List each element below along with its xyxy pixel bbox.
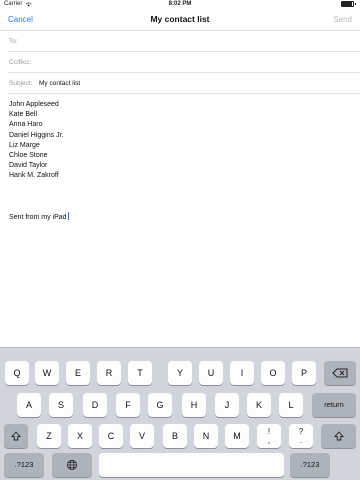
key-x[interactable]: X	[68, 424, 92, 448]
space-bar[interactable]	[99, 453, 284, 477]
backspace-key[interactable]	[324, 361, 356, 385]
shift-key-left[interactable]	[4, 424, 28, 448]
key-q[interactable]: Q	[5, 361, 29, 385]
key-g[interactable]: G	[148, 393, 172, 417]
mail-compose-screen: Carrier 8:02 PM Cancel My contact list S…	[0, 0, 360, 480]
key-m[interactable]: M	[225, 424, 249, 448]
globe-key[interactable]	[52, 453, 92, 477]
key-u[interactable]: U	[199, 361, 223, 385]
body-line: Daniel Higgins Jr.	[9, 131, 64, 139]
key-a[interactable]: A	[17, 393, 41, 417]
key-f[interactable]: F	[116, 393, 140, 417]
shift-icon	[333, 431, 344, 441]
body-line: John Appleseed	[9, 101, 59, 108]
navigation-bar: Cancel My contact list Send	[0, 9, 360, 31]
key-question-period[interactable]: ? .	[289, 424, 313, 448]
key-h[interactable]: H	[182, 393, 206, 417]
key-s[interactable]: S	[49, 393, 73, 417]
clock: 8:02 PM	[168, 1, 192, 7]
send-button[interactable]: Send	[333, 15, 352, 24]
shift-icon	[11, 431, 21, 441]
key-n[interactable]: N	[194, 424, 218, 448]
key-i[interactable]: I	[230, 361, 254, 385]
numbers-key-left[interactable]: .?123	[4, 453, 44, 477]
key-c[interactable]: C	[99, 424, 123, 448]
key-p[interactable]: P	[292, 361, 316, 385]
page-title: My contact list	[150, 14, 210, 24]
body-line: David Taylor	[9, 162, 48, 170]
key-j[interactable]: J	[215, 393, 239, 417]
ccbcc-label: Cc/Bcc:	[9, 59, 32, 66]
key-t[interactable]: T	[128, 361, 152, 385]
key-r[interactable]: R	[97, 361, 121, 385]
ccbcc-field[interactable]: Cc/Bcc:	[0, 52, 360, 73]
key-w[interactable]: W	[35, 361, 59, 385]
key-exclamation-comma[interactable]: ! ,	[257, 424, 281, 448]
key-b[interactable]: B	[163, 424, 187, 448]
keyboard: Q W E R T Y U I O P A S D F G H J K L re…	[0, 347, 360, 480]
shift-key-right[interactable]	[321, 424, 356, 448]
body-line: Kate Bell	[9, 111, 38, 119]
subject-field[interactable]: Subject: My contact list	[0, 73, 360, 94]
body-line: Hank M. Zakroff	[9, 172, 59, 180]
key-v[interactable]: V	[130, 424, 154, 448]
key-d[interactable]: D	[83, 393, 107, 417]
to-field[interactable]: To:	[0, 31, 360, 52]
body-line: Liz Marge	[9, 141, 40, 149]
numbers-key-right[interactable]: .?123	[290, 453, 330, 477]
signature-text: Sent from my iPad	[9, 214, 67, 221]
subject-value: My contact list	[39, 80, 81, 87]
battery-icon	[341, 1, 356, 7]
message-body[interactable]: John Appleseed Kate Bell Anna Haro Danie…	[9, 100, 63, 182]
key-e[interactable]: E	[66, 361, 90, 385]
globe-icon	[67, 460, 77, 470]
return-key[interactable]: return	[312, 393, 356, 417]
key-o[interactable]: O	[261, 361, 285, 385]
signature-line[interactable]: Sent from my iPad	[9, 212, 69, 221]
to-label: To:	[9, 38, 18, 45]
text-cursor	[67, 212, 69, 220]
status-bar: Carrier 8:02 PM	[0, 0, 360, 9]
body-line: Anna Haro	[9, 121, 43, 129]
backspace-icon	[332, 368, 348, 378]
key-y[interactable]: Y	[168, 361, 192, 385]
body-line: Chloe Stone	[9, 152, 48, 160]
key-l[interactable]: L	[279, 393, 303, 417]
subject-label: Subject:	[9, 80, 33, 87]
key-z[interactable]: Z	[37, 424, 61, 448]
key-k[interactable]: K	[247, 393, 271, 417]
